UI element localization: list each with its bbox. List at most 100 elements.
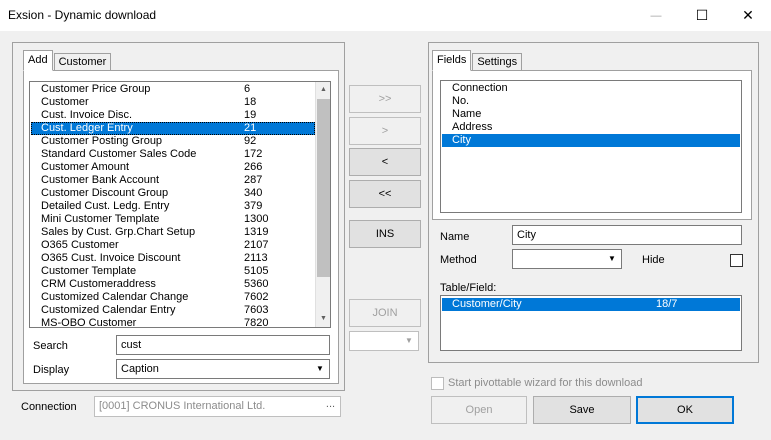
table-name: O365 Cust. Invoice Discount	[41, 252, 181, 264]
table-id: 7820	[244, 317, 269, 328]
table-field-row[interactable]: Customer/City 18/7	[442, 298, 740, 311]
table-id: 5360	[244, 278, 269, 290]
ok-button[interactable]: OK	[636, 396, 734, 424]
tab-fields[interactable]: Fields	[432, 50, 472, 71]
table-list-row[interactable]: Detailed Cust. Ledg. Entry 379	[31, 200, 315, 213]
connection-value: [0001] CRONUS International Ltd.	[99, 400, 266, 412]
add-all-button[interactable]: >>	[349, 85, 421, 113]
chevron-down-icon[interactable]: ▼	[401, 333, 417, 349]
table-list-rows: Customer Price Group 6 Customer 18 Cust. Inv…	[31, 83, 315, 328]
minimize-icon: —	[650, 9, 662, 22]
hide-checkbox[interactable]	[730, 254, 743, 267]
display-select[interactable]: Caption ▼	[116, 359, 330, 379]
table-list-row[interactable]: Mini Customer Template 1300	[31, 213, 315, 226]
table-id: 6	[244, 83, 251, 95]
table-id: 287	[244, 174, 263, 186]
pivot-checkbox[interactable]	[431, 377, 444, 390]
table-name: Customer Posting Group	[41, 135, 163, 147]
table-list-row[interactable]: O365 Customer 2107	[31, 239, 315, 252]
table-list-scrollbar[interactable]: ▲ ▼	[315, 82, 330, 327]
table-list-row[interactable]: CRM Customeraddress 5360	[31, 278, 315, 291]
chevron-down-icon[interactable]: ▼	[312, 361, 328, 377]
table-list-row[interactable]: Customer Template 5105	[31, 265, 315, 278]
save-button[interactable]: Save	[533, 396, 631, 424]
table-name: Customer Amount	[41, 161, 130, 173]
scroll-thumb[interactable]	[317, 99, 330, 277]
tab-settings[interactable]: Settings	[472, 53, 523, 71]
table-list[interactable]: Customer Price Group 6 Customer 18 Cust. Inv…	[29, 81, 331, 328]
open-button[interactable]: Open	[431, 396, 527, 424]
table-field-path: Customer/City	[452, 298, 522, 310]
table-field-label: Table/Field:	[440, 282, 497, 294]
table-list-row[interactable]: O365 Cust. Invoice Discount 2113	[31, 252, 315, 265]
table-list-row[interactable]: MS-OBO Customer 7820	[31, 317, 315, 328]
table-name: Customer Price Group	[41, 83, 151, 95]
title-bar: Exsion - Dynamic download — ☐ ✕	[0, 0, 771, 31]
minimize-button[interactable]: —	[633, 0, 679, 31]
table-name: O365 Customer	[41, 239, 119, 251]
right-tab-strip: Fields Settings	[432, 50, 523, 71]
table-list-row[interactable]: Customer Posting Group 92	[31, 135, 315, 148]
table-id: 7603	[244, 304, 269, 316]
connection-field: [0001] CRONUS International Ltd. ...	[94, 396, 341, 417]
table-name: Sales by Cust. Grp.Chart Setup	[41, 226, 196, 238]
table-list-row[interactable]: Cust. Invoice Disc. 19	[31, 109, 315, 122]
table-list-row[interactable]: Customer 18	[31, 96, 315, 109]
tab-customer[interactable]: Customer	[53, 53, 112, 71]
table-list-row[interactable]: Customer Amount 266	[31, 161, 315, 174]
fields-list[interactable]: Connection No. Name Address City	[440, 80, 742, 213]
search-input[interactable]: cust	[116, 335, 330, 355]
fields-list-rows: Connection No. Name Address City	[442, 82, 740, 147]
table-list-row[interactable]: Customer Bank Account 287	[31, 174, 315, 187]
table-name: Customer Template	[41, 265, 137, 277]
tab-add[interactable]: Add	[23, 50, 53, 71]
table-id: 92	[244, 135, 257, 147]
maximize-button[interactable]: ☐	[679, 0, 725, 31]
add-button[interactable]: >	[349, 117, 421, 145]
table-list-row[interactable]: Cust. Ledger Entry 21	[31, 122, 315, 135]
close-button[interactable]: ✕	[725, 0, 771, 31]
table-name: Customer Bank Account	[41, 174, 160, 186]
table-name: MS-OBO Customer	[41, 317, 137, 328]
method-label: Method	[440, 254, 477, 266]
field-list-item[interactable]: City	[442, 134, 740, 147]
table-list-row[interactable]: Customer Discount Group 340	[31, 187, 315, 200]
field-list-item[interactable]: No.	[442, 95, 740, 108]
close-icon: ✕	[742, 7, 754, 23]
name-input[interactable]: City	[512, 225, 742, 245]
field-name: Address	[452, 121, 493, 133]
scroll-up-icon[interactable]: ▲	[316, 82, 330, 97]
field-name: City	[452, 134, 471, 146]
scroll-down-icon[interactable]: ▼	[316, 311, 330, 326]
field-list-item[interactable]: Address	[442, 121, 740, 134]
field-name: Name	[452, 108, 482, 120]
join-button[interactable]: JOIN	[349, 299, 421, 327]
table-id: 5105	[244, 265, 269, 277]
method-select[interactable]: ▼	[512, 249, 622, 269]
table-list-row[interactable]: Standard Customer Sales Code 172	[31, 148, 315, 161]
table-id: 266	[244, 161, 263, 173]
table-id: 21	[244, 122, 257, 134]
display-value: Caption	[121, 363, 159, 375]
chevron-down-icon[interactable]: ▼	[604, 251, 620, 267]
remove-all-button[interactable]: <<	[349, 180, 421, 208]
field-list-item[interactable]: Connection	[442, 82, 740, 95]
field-list-item[interactable]: Name	[442, 108, 740, 121]
table-list-row[interactable]: Customized Calendar Change 7602	[31, 291, 315, 304]
connection-browse-button[interactable]: ...	[322, 398, 339, 415]
pivot-label: Start pivottable wizard for this downloa…	[448, 377, 643, 389]
table-id: 1300	[244, 213, 269, 225]
remove-button[interactable]: <	[349, 148, 421, 176]
hide-label: Hide	[642, 254, 665, 266]
table-field-list[interactable]: Customer/City 18/7	[440, 295, 742, 351]
table-field-ref: 18/7	[656, 298, 678, 310]
connection-label: Connection	[21, 401, 77, 413]
table-list-row[interactable]: Customized Calendar Entry 7603	[31, 304, 315, 317]
table-list-row[interactable]: Sales by Cust. Grp.Chart Setup 1319	[31, 226, 315, 239]
join-select[interactable]: ▼	[349, 331, 419, 351]
search-label: Search	[33, 340, 68, 352]
table-id: 379	[244, 200, 263, 212]
table-id: 19	[244, 109, 257, 121]
table-list-row[interactable]: Customer Price Group 6	[31, 83, 315, 96]
ins-button[interactable]: INS	[349, 220, 421, 248]
